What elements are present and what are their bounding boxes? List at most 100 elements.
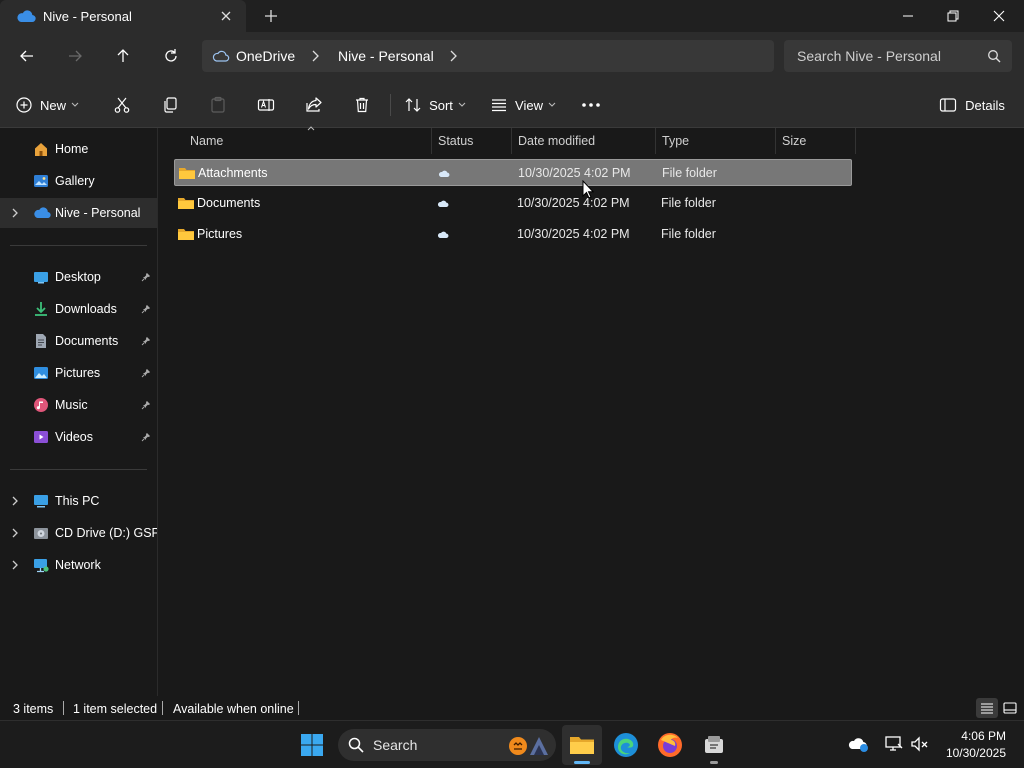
volume-muted-icon[interactable] (910, 735, 930, 753)
sidebar-item-label: Desktop (55, 270, 101, 284)
sidebar-item-label: Documents (55, 334, 119, 348)
sidebar-item-home[interactable]: Home (0, 134, 157, 164)
minimize-button[interactable] (885, 0, 931, 32)
chevron-right-icon[interactable] (10, 496, 20, 506)
sidebar-item-desktop[interactable]: Desktop (0, 262, 157, 292)
search-icon[interactable] (987, 49, 1001, 63)
onedrive-icon (16, 9, 36, 23)
breadcrumb-chevron-icon[interactable] (448, 50, 458, 62)
new-tab-icon[interactable] (261, 6, 281, 26)
tab-nive-personal[interactable]: Nive - Personal (0, 0, 246, 32)
sidebar-item-downloads[interactable]: Downloads (0, 294, 157, 324)
pin-icon[interactable] (141, 304, 151, 314)
column-header-status[interactable]: Status (432, 128, 512, 154)
pin-icon[interactable] (141, 400, 151, 410)
clock-date[interactable]: 10/30/2025 (942, 746, 1006, 760)
folder-icon (177, 227, 195, 241)
copy-icon (164, 97, 177, 113)
refresh-button[interactable] (157, 44, 185, 68)
cloud-icon (438, 169, 450, 178)
rename-button[interactable] (252, 91, 280, 119)
cloud-icon (437, 199, 449, 208)
chevron-right-icon[interactable] (10, 528, 20, 538)
sidebar-item-label: Home (55, 142, 89, 156)
sidebar-item-nive-personal[interactable]: Nive - Personal (0, 198, 157, 228)
search-placeholder: Search Nive - Personal (797, 48, 941, 64)
file-row[interactable]: Attachments 10/30/2025 4:02 PM File folder (174, 159, 852, 186)
item-count: 3 items (13, 702, 54, 716)
file-row[interactable]: Pictures 10/30/2025 4:02 PM File folder (174, 221, 852, 248)
chevron-right-icon[interactable] (10, 560, 20, 570)
new-button[interactable]: New (12, 91, 82, 119)
file-type: File folder (661, 196, 716, 210)
selection-count: 1 item selected (73, 702, 158, 716)
taskbar-edge[interactable] (606, 725, 646, 765)
videos-icon (33, 429, 49, 445)
sidebar-item-cd-drive[interactable]: CD Drive (D:) GSP1R (0, 518, 157, 548)
status-divider (298, 701, 299, 715)
view-button[interactable]: View (487, 91, 559, 119)
clock-time[interactable]: 4:06 PM (958, 729, 1006, 743)
pin-icon[interactable] (141, 432, 151, 442)
taskbar-app[interactable] (694, 725, 734, 765)
cd-drive-icon (33, 525, 49, 541)
details-pane-button[interactable]: Details (936, 91, 1008, 119)
share-button[interactable] (300, 91, 328, 119)
restore-button[interactable] (930, 0, 976, 32)
view-list-icon (492, 99, 507, 112)
copy-button[interactable] (156, 91, 184, 119)
close-tab-icon[interactable] (216, 6, 236, 26)
address-bar[interactable]: OneDrive Nive - Personal (202, 40, 774, 72)
tiles-view-button[interactable] (1000, 698, 1020, 718)
gallery-icon (33, 173, 49, 189)
taskbar-file-explorer[interactable] (562, 725, 602, 765)
chevron-right-icon[interactable] (10, 208, 20, 218)
sort-button[interactable]: Sort (400, 91, 470, 119)
sidebar-item-pictures[interactable]: Pictures (0, 358, 157, 388)
paste-icon (211, 96, 225, 113)
pin-icon[interactable] (141, 368, 151, 378)
start-button[interactable] (296, 729, 328, 761)
sidebar-item-documents[interactable]: Documents (0, 326, 157, 356)
forward-button[interactable] (61, 44, 89, 68)
sidebar-item-gallery[interactable]: Gallery (0, 166, 157, 196)
taskbar-search-box[interactable]: Search (338, 729, 556, 761)
new-label: New (39, 97, 66, 113)
cut-button[interactable] (108, 91, 136, 119)
up-button[interactable] (109, 44, 137, 68)
sidebar-divider (10, 469, 147, 470)
running-app-indicator (710, 761, 718, 764)
column-header-date-modified[interactable]: Date modified (512, 128, 656, 154)
cloud-icon (212, 49, 230, 63)
search-box[interactable]: Search Nive - Personal (784, 40, 1012, 72)
desktop-icon (33, 269, 49, 285)
breadcrumb-onedrive[interactable]: OneDrive (236, 48, 295, 64)
paste-button[interactable] (204, 91, 232, 119)
more-options-button[interactable] (576, 91, 606, 119)
delete-button[interactable] (348, 91, 376, 119)
file-row[interactable]: Documents 10/30/2025 4:02 PM File folder (174, 190, 852, 217)
pin-icon[interactable] (141, 272, 151, 282)
column-header-name[interactable]: Name (184, 128, 432, 154)
sidebar-item-network[interactable]: Network (0, 550, 157, 580)
installer-icon (705, 736, 723, 753)
file-type: File folder (661, 227, 716, 241)
close-window-button[interactable] (976, 0, 1022, 32)
sidebar-item-music[interactable]: Music (0, 390, 157, 420)
music-icon (33, 397, 49, 413)
breadcrumb-chevron-icon[interactable] (310, 50, 320, 62)
sidebar-item-this-pc[interactable]: This PC (0, 486, 157, 516)
taskbar-firefox[interactable] (650, 725, 690, 765)
taskbar-search-label: Search (373, 737, 418, 753)
breadcrumb-nive-personal[interactable]: Nive - Personal (338, 48, 434, 64)
onedrive-tray-icon[interactable] (848, 735, 870, 753)
pin-icon[interactable] (141, 336, 151, 346)
plus-circle-icon (16, 97, 32, 113)
details-view-button[interactable] (976, 698, 998, 718)
display-tray-icon[interactable] (884, 735, 904, 753)
column-header-size[interactable]: Size (776, 128, 856, 154)
back-button[interactable] (13, 44, 41, 68)
folder-icon (570, 737, 594, 754)
column-header-type[interactable]: Type (656, 128, 776, 154)
sidebar-item-videos[interactable]: Videos (0, 422, 157, 452)
